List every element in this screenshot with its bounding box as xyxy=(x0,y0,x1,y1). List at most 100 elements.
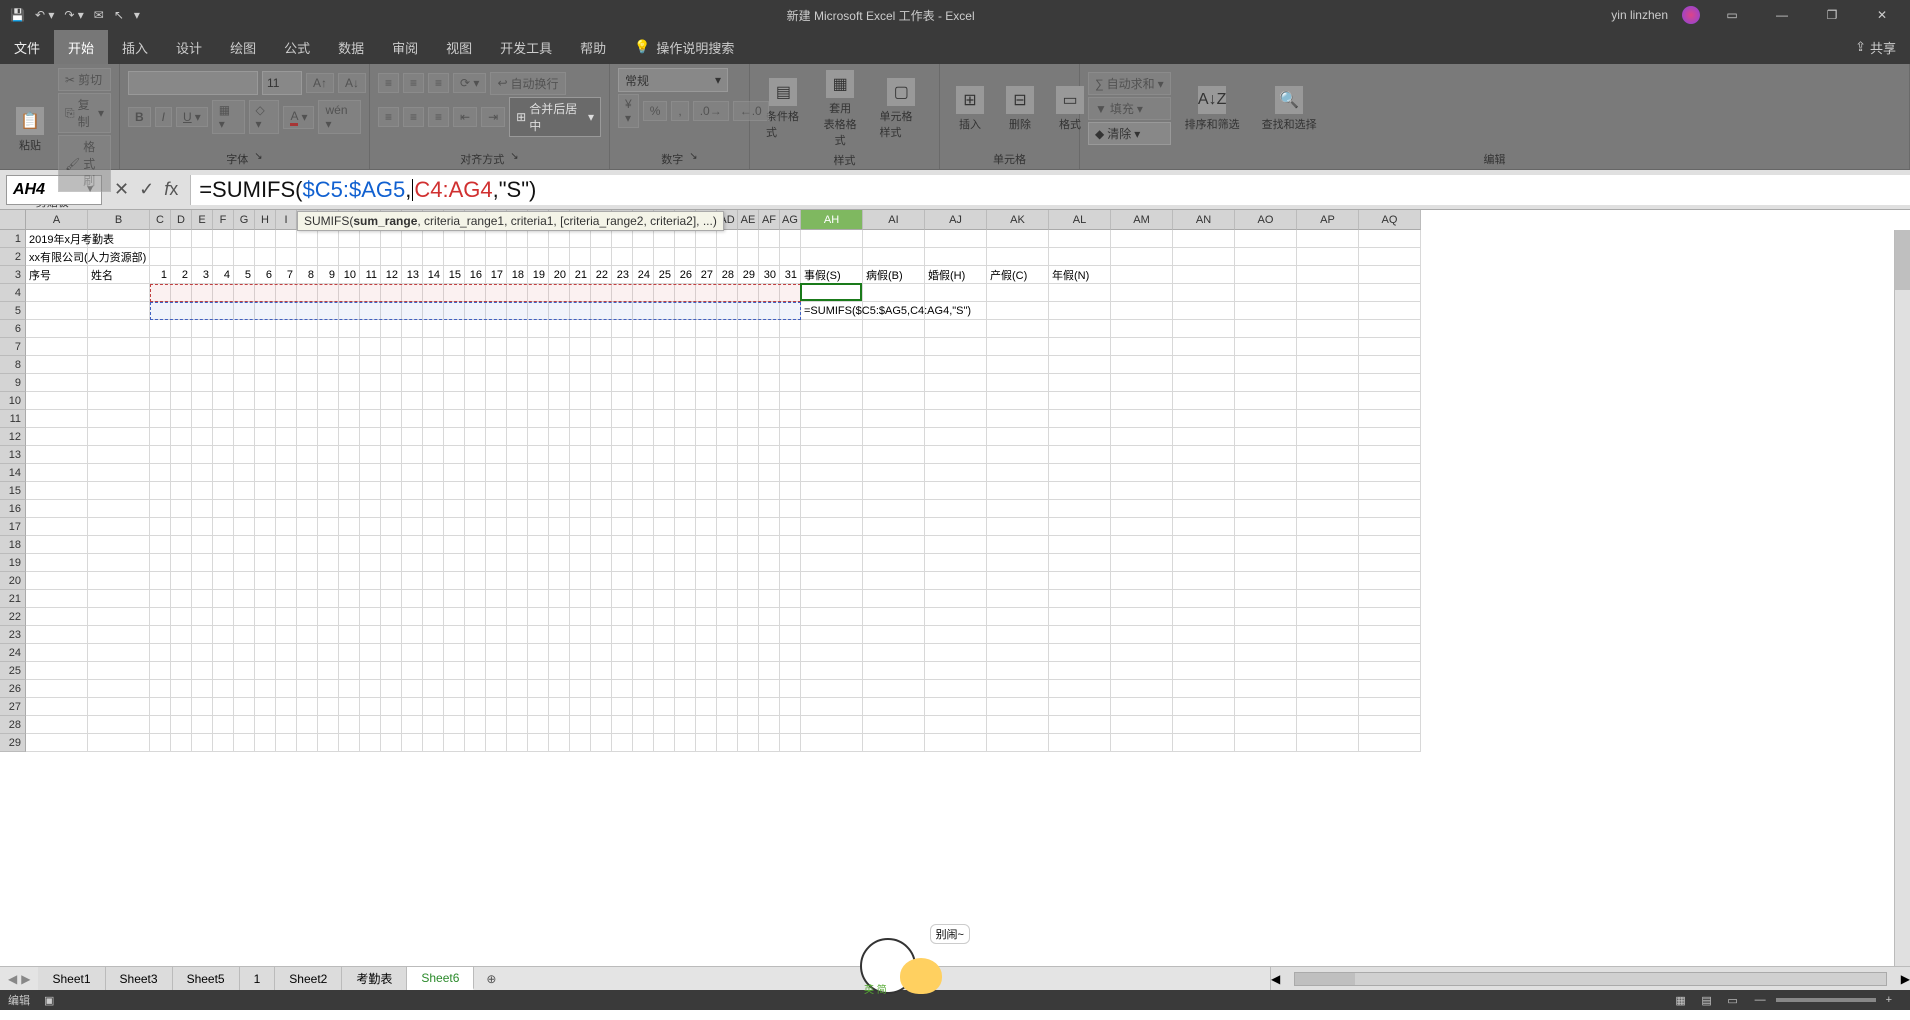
cell[interactable] xyxy=(88,284,150,302)
cell[interactable] xyxy=(26,482,88,500)
cell[interactable] xyxy=(255,302,276,320)
cell[interactable] xyxy=(423,428,444,446)
cell[interactable] xyxy=(925,500,987,518)
cell[interactable] xyxy=(486,482,507,500)
cell[interactable] xyxy=(759,500,780,518)
cell[interactable] xyxy=(234,302,255,320)
cell[interactable] xyxy=(675,374,696,392)
col-header-B[interactable]: B xyxy=(88,210,150,230)
cell[interactable] xyxy=(654,446,675,464)
cell[interactable] xyxy=(675,446,696,464)
ribbon-options-icon[interactable]: ▭ xyxy=(1714,8,1750,22)
cell[interactable] xyxy=(150,284,171,302)
cell[interactable] xyxy=(675,356,696,374)
cell[interactable] xyxy=(675,320,696,338)
cell[interactable] xyxy=(528,428,549,446)
cell[interactable] xyxy=(507,302,528,320)
cell[interactable] xyxy=(987,608,1049,626)
cell[interactable] xyxy=(1359,428,1421,446)
cell[interactable] xyxy=(780,392,801,410)
cell[interactable] xyxy=(318,644,339,662)
cell[interactable]: 4 xyxy=(213,266,234,284)
tab-help[interactable]: 帮助 xyxy=(566,30,620,64)
cell[interactable] xyxy=(507,248,528,266)
cell[interactable] xyxy=(297,338,318,356)
cell[interactable] xyxy=(150,536,171,554)
cell[interactable] xyxy=(255,608,276,626)
cell[interactable] xyxy=(863,374,925,392)
cell[interactable] xyxy=(255,374,276,392)
sheet-tab[interactable]: Sheet2 xyxy=(275,967,342,990)
cell[interactable] xyxy=(234,518,255,536)
cell[interactable]: 23 xyxy=(612,266,633,284)
cell[interactable] xyxy=(801,716,863,734)
cell[interactable] xyxy=(171,248,192,266)
cell[interactable] xyxy=(507,500,528,518)
cell[interactable] xyxy=(192,374,213,392)
cell[interactable] xyxy=(987,230,1049,248)
cell[interactable] xyxy=(863,590,925,608)
cell[interactable] xyxy=(381,662,402,680)
cell[interactable] xyxy=(507,482,528,500)
cell[interactable] xyxy=(255,644,276,662)
cell[interactable] xyxy=(591,680,612,698)
cell[interactable] xyxy=(780,464,801,482)
cell[interactable] xyxy=(549,536,570,554)
cell[interactable] xyxy=(633,302,654,320)
cell[interactable] xyxy=(1359,734,1421,752)
cell[interactable] xyxy=(381,230,402,248)
cell[interactable] xyxy=(423,734,444,752)
cell[interactable] xyxy=(1173,644,1235,662)
cell[interactable] xyxy=(171,392,192,410)
cell[interactable] xyxy=(1359,446,1421,464)
cell[interactable] xyxy=(444,536,465,554)
cell[interactable] xyxy=(1111,428,1173,446)
cell[interactable] xyxy=(570,662,591,680)
cell[interactable] xyxy=(1049,572,1111,590)
cell[interactable] xyxy=(381,626,402,644)
cell[interactable] xyxy=(402,374,423,392)
row-header-22[interactable]: 22 xyxy=(0,608,26,626)
tab-insert[interactable]: 插入 xyxy=(108,30,162,64)
cell[interactable] xyxy=(234,500,255,518)
cell[interactable] xyxy=(528,680,549,698)
cell[interactable] xyxy=(465,284,486,302)
cell[interactable] xyxy=(318,554,339,572)
cell[interactable] xyxy=(987,410,1049,428)
cell[interactable] xyxy=(276,500,297,518)
cell[interactable] xyxy=(360,356,381,374)
cell[interactable] xyxy=(696,248,717,266)
maximize-icon[interactable]: ❐ xyxy=(1814,8,1850,22)
cell[interactable] xyxy=(633,320,654,338)
cell[interactable] xyxy=(150,590,171,608)
cell[interactable] xyxy=(1049,698,1111,716)
row-header-13[interactable]: 13 xyxy=(0,446,26,464)
cell[interactable] xyxy=(465,446,486,464)
cell[interactable] xyxy=(654,464,675,482)
cell[interactable]: 3 xyxy=(192,266,213,284)
cell[interactable] xyxy=(801,644,863,662)
cell[interactable] xyxy=(276,554,297,572)
cell[interactable] xyxy=(654,590,675,608)
cell[interactable] xyxy=(738,482,759,500)
col-header-AQ[interactable]: AQ xyxy=(1359,210,1421,230)
cell[interactable] xyxy=(780,302,801,320)
cell[interactable] xyxy=(276,698,297,716)
cell[interactable] xyxy=(88,518,150,536)
cell[interactable] xyxy=(612,230,633,248)
cell[interactable] xyxy=(402,680,423,698)
row-header-11[interactable]: 11 xyxy=(0,410,26,428)
cell[interactable] xyxy=(1111,464,1173,482)
cell[interactable] xyxy=(1173,284,1235,302)
cell[interactable] xyxy=(1297,338,1359,356)
cell[interactable] xyxy=(234,680,255,698)
cell[interactable] xyxy=(192,662,213,680)
cell[interactable] xyxy=(150,734,171,752)
cell[interactable] xyxy=(213,392,234,410)
cell[interactable] xyxy=(360,428,381,446)
tab-design[interactable]: 设计 xyxy=(162,30,216,64)
cell[interactable] xyxy=(402,554,423,572)
cell[interactable] xyxy=(486,734,507,752)
cell[interactable] xyxy=(717,554,738,572)
cell[interactable] xyxy=(1173,410,1235,428)
